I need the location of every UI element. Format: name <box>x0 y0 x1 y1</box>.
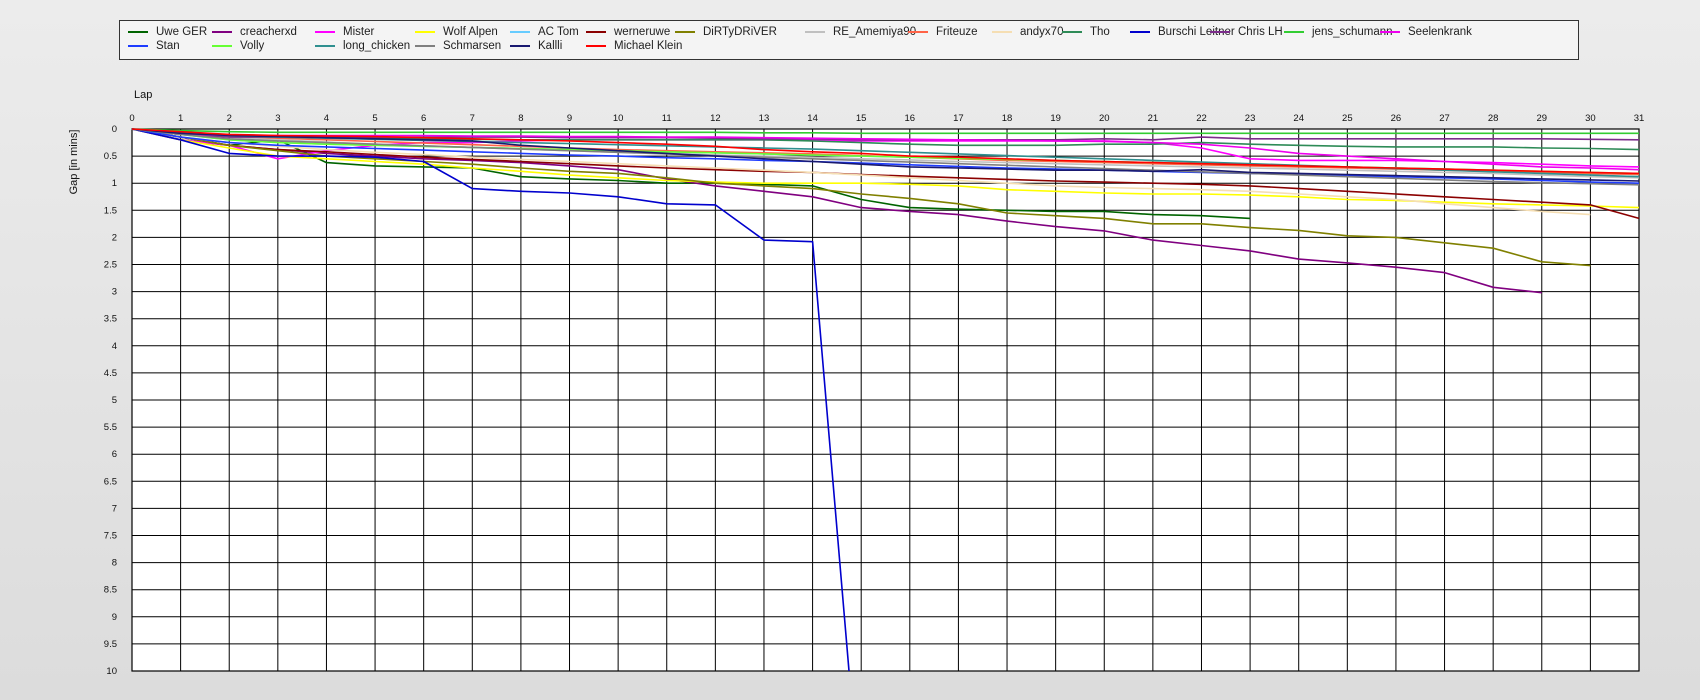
x-tick-label: 18 <box>1002 113 1013 124</box>
y-tick-label: 7 <box>112 503 117 514</box>
x-tick-label: 3 <box>275 113 280 124</box>
y-tick-label: 8.5 <box>104 585 117 596</box>
x-tick-label: 30 <box>1585 113 1596 124</box>
x-tick-label: 15 <box>856 113 867 124</box>
x-tick-label: 13 <box>759 113 770 124</box>
x-tick-label: 24 <box>1293 113 1304 124</box>
x-axis-title: Lap <box>134 89 152 101</box>
x-tick-label: 26 <box>1391 113 1402 124</box>
x-tick-label: 17 <box>953 113 964 124</box>
y-tick-label: 8 <box>112 558 117 569</box>
y-tick-label: 4 <box>112 341 117 352</box>
x-tick-label: 14 <box>807 113 818 124</box>
x-tick-label: 1 <box>178 113 183 124</box>
y-tick-label: 0.5 <box>104 151 117 162</box>
y-tick-label: 3.5 <box>104 314 117 325</box>
x-tick-label: 6 <box>421 113 426 124</box>
y-tick-label: 0 <box>112 124 117 135</box>
y-tick-label: 6 <box>112 449 117 460</box>
x-tick-label: 0 <box>129 113 134 124</box>
x-tick-label: 11 <box>662 113 672 124</box>
y-tick-label: 6.5 <box>104 476 117 487</box>
y-tick-label: 7.5 <box>104 531 117 542</box>
y-tick-label: 1.5 <box>104 205 117 216</box>
y-tick-label: 10 <box>106 666 117 677</box>
y-tick-label: 9.5 <box>104 639 117 650</box>
x-tick-label: 8 <box>518 113 523 124</box>
y-tick-label: 2 <box>112 232 117 243</box>
x-tick-label: 9 <box>567 113 572 124</box>
x-tick-label: 22 <box>1196 113 1207 124</box>
x-tick-label: 21 <box>1148 113 1159 124</box>
y-tick-label: 3 <box>112 287 117 298</box>
x-tick-label: 2 <box>227 113 232 124</box>
x-tick-label: 5 <box>372 113 377 124</box>
x-tick-label: 16 <box>905 113 916 124</box>
y-tick-label: 5 <box>112 395 117 406</box>
y-axis-title: Gap [in mins] <box>68 130 80 195</box>
x-tick-label: 7 <box>470 113 475 124</box>
y-tick-label: 4.5 <box>104 368 117 379</box>
y-tick-label: 1 <box>112 178 117 189</box>
x-tick-label: 27 <box>1439 113 1450 124</box>
x-tick-label: 12 <box>710 113 721 124</box>
x-tick-label: 10 <box>613 113 624 124</box>
x-tick-label: 28 <box>1488 113 1499 124</box>
x-tick-label: 20 <box>1099 113 1110 124</box>
x-tick-label: 23 <box>1245 113 1256 124</box>
y-tick-label: 2.5 <box>104 260 117 271</box>
x-tick-label: 31 <box>1634 113 1645 124</box>
x-tick-label: 4 <box>324 113 329 124</box>
chart: Lap Gap [in mins] 0 1 2 3 4 5 6 7 8 9 10 11 12 13 14 15… <box>68 89 1645 677</box>
x-tick-label: 29 <box>1536 113 1547 124</box>
y-tick-label: 9 <box>112 612 117 623</box>
y-tick-label: 5.5 <box>104 422 117 433</box>
x-tick-label: 25 <box>1342 113 1353 124</box>
x-tick-label: 19 <box>1050 113 1061 124</box>
